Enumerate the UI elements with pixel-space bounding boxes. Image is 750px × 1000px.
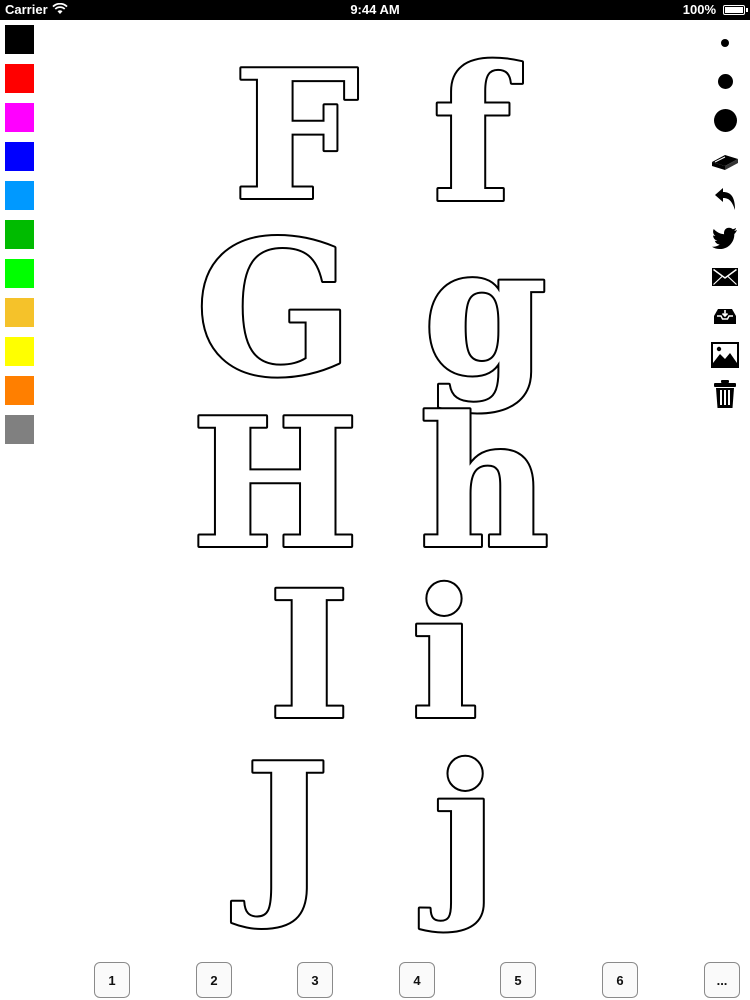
status-bar: Carrier 9:44 AM 100% (0, 0, 750, 20)
brush-size-small-icon (721, 38, 729, 47)
mail-button[interactable] (705, 257, 745, 296)
brush-size-medium-button[interactable] (705, 62, 745, 101)
battery-level (725, 7, 743, 13)
color-swatch[interactable] (5, 415, 34, 444)
undo-icon (715, 187, 735, 210)
battery-icon (723, 5, 748, 15)
color-swatch[interactable] (5, 103, 34, 132)
color-swatch[interactable] (5, 376, 34, 405)
photo-button[interactable] (705, 335, 745, 374)
color-swatch[interactable] (5, 220, 34, 249)
page-selector: 1 2 3 4 5 6... (0, 960, 750, 1000)
photo-icon (711, 341, 739, 368)
color-swatch[interactable] (5, 142, 34, 171)
page-button[interactable]: 4 (399, 962, 435, 998)
page-button[interactable]: 1 (94, 962, 130, 998)
eraser-icon (712, 154, 738, 170)
twitter-icon (712, 227, 737, 249)
trash-button[interactable] (705, 374, 745, 413)
color-swatch[interactable] (5, 337, 34, 366)
brush-size-large-icon (713, 109, 737, 132)
brush-size-medium-icon (717, 74, 733, 89)
color-swatch[interactable] (5, 64, 34, 93)
letter-J: J (231, 724, 329, 933)
page-button[interactable]: 5 (500, 962, 536, 998)
page-button[interactable]: 2 (196, 962, 232, 998)
save-tray-icon (714, 308, 736, 324)
drawing-canvas[interactable]: F f G g H h I i J j (45, 20, 705, 950)
color-swatch[interactable] (5, 298, 34, 327)
battery-percentage: 100% (682, 2, 716, 17)
save-button[interactable] (705, 296, 745, 335)
eraser-button[interactable] (705, 140, 745, 179)
color-swatch[interactable] (5, 259, 34, 288)
undo-button[interactable] (705, 179, 745, 218)
clock: 9:44 AM (350, 2, 400, 17)
page-button[interactable]: 3 (297, 962, 333, 998)
tool-bar (705, 23, 745, 413)
brush-size-small-button[interactable] (705, 23, 745, 62)
mail-icon (712, 267, 738, 286)
wifi-icon (52, 2, 68, 18)
color-swatch[interactable] (5, 181, 34, 210)
page-button[interactable]: 6 (602, 962, 638, 998)
page-button[interactable]: ... (704, 962, 740, 998)
color-palette (5, 25, 35, 454)
color-swatch[interactable] (5, 25, 34, 54)
carrier-label: Carrier (5, 2, 48, 17)
trash-icon (714, 379, 736, 408)
brush-size-large-button[interactable] (705, 101, 745, 140)
twitter-button[interactable] (705, 218, 745, 257)
